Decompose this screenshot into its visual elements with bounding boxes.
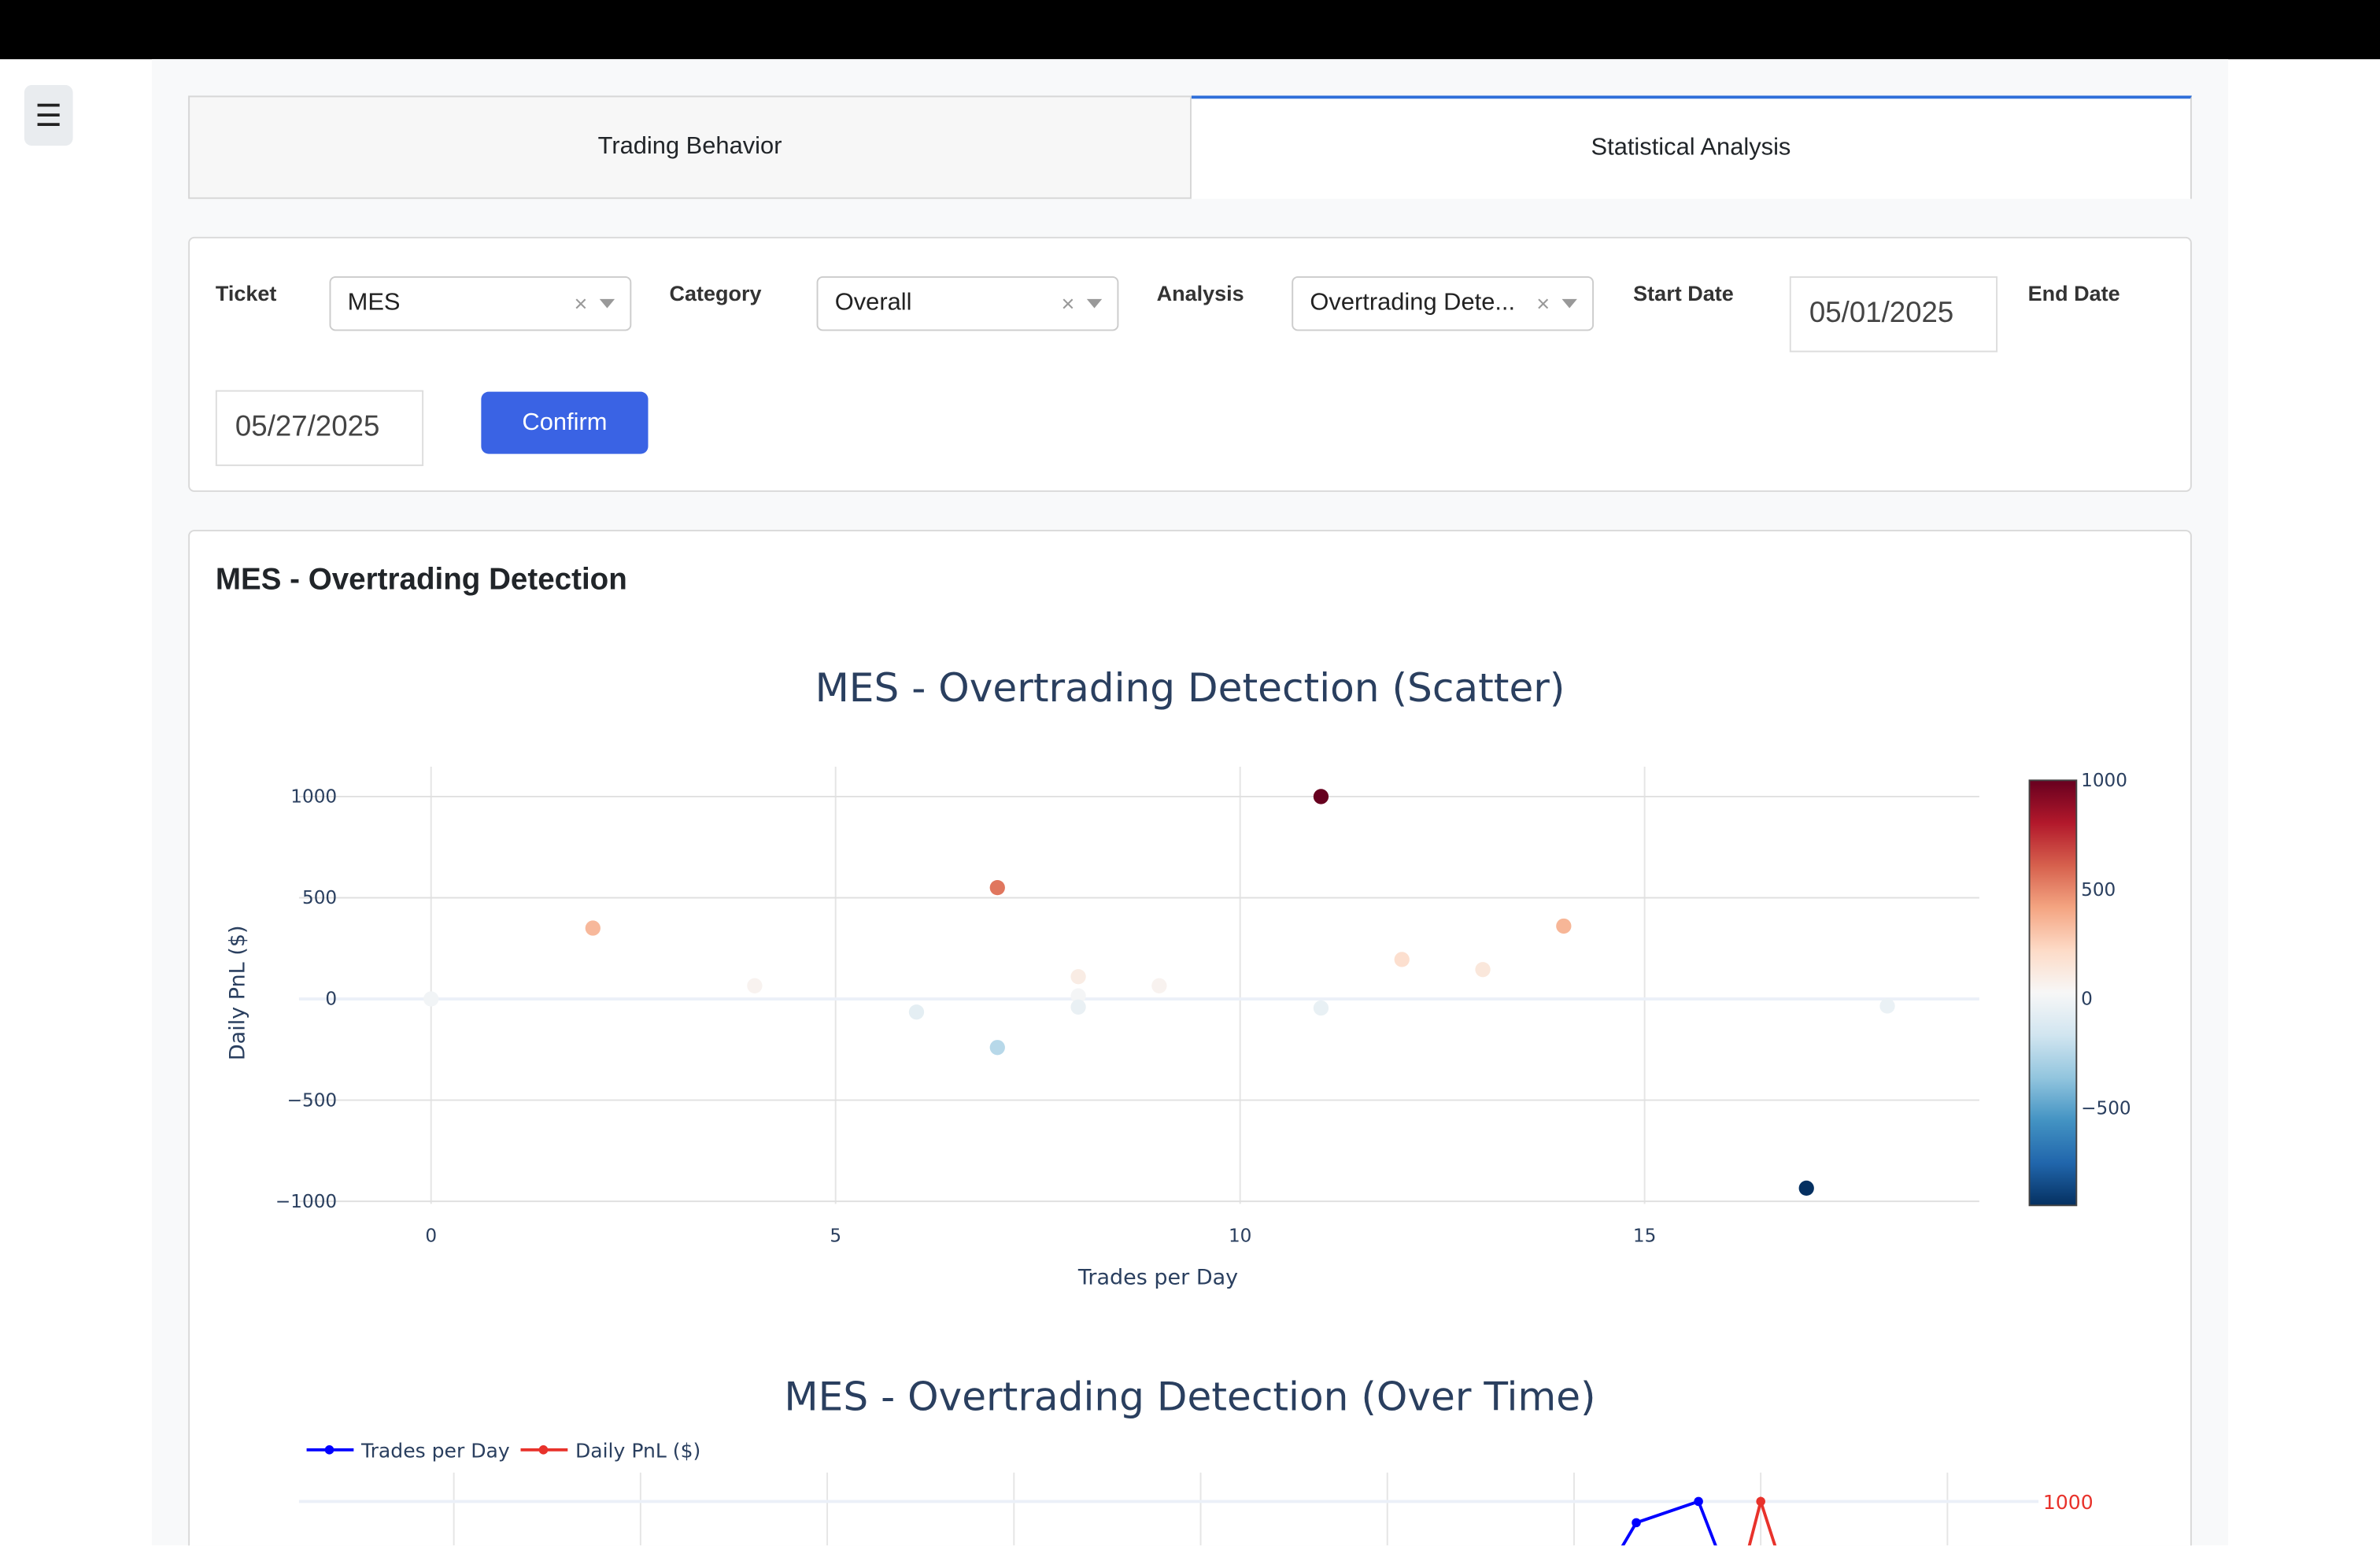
x-tick-label: 0 bbox=[425, 1226, 437, 1247]
y-tick-label: −1000 bbox=[275, 1192, 337, 1212]
pnl-point[interactable] bbox=[1756, 1496, 1765, 1507]
scatter-point[interactable] bbox=[908, 1004, 925, 1020]
scatter-point[interactable] bbox=[989, 879, 1005, 896]
colorbar-tick-label: 0 bbox=[2081, 989, 2093, 1010]
y-tick-label: −500 bbox=[287, 1090, 338, 1111]
scatter-point[interactable] bbox=[1879, 998, 1895, 1014]
scatter-y-label: Daily PnL ($) bbox=[226, 925, 250, 1060]
scatter-point[interactable] bbox=[585, 920, 601, 936]
scatter-x-label: Trades per Day bbox=[1077, 1266, 1238, 1290]
x-tick-label: 5 bbox=[830, 1226, 841, 1247]
scatter-point[interactable] bbox=[1798, 1180, 1814, 1196]
legend-pnl-marker bbox=[538, 1445, 549, 1455]
trades-point[interactable] bbox=[1632, 1518, 1641, 1528]
colorbar bbox=[2028, 779, 2078, 1207]
colorbar-tick-label: 1000 bbox=[2081, 771, 2127, 791]
scatter-point[interactable] bbox=[1556, 918, 1572, 934]
charts-svg: MES - Overtrading Detection (Scatter) 0 5… bbox=[226, 664, 2131, 1546]
scatter-point[interactable] bbox=[1070, 999, 1086, 1015]
y-tick-label: 0 bbox=[325, 989, 337, 1010]
x-tick-label: 10 bbox=[1229, 1226, 1251, 1247]
daily-pnl-line bbox=[1747, 1496, 1777, 1546]
colorbar-tick-label: 500 bbox=[2081, 880, 2116, 901]
y2-tick-1000: 1000 bbox=[2043, 1491, 2094, 1514]
y-tick-label: 500 bbox=[302, 888, 337, 908]
scatter-point[interactable] bbox=[989, 1040, 1005, 1056]
scatter-point[interactable] bbox=[747, 978, 763, 993]
scatter-point[interactable] bbox=[1313, 789, 1329, 804]
timeline-title: MES - Overtrading Detection (Over Time) bbox=[784, 1374, 1595, 1420]
x-tick-label: 15 bbox=[1633, 1226, 1656, 1247]
trades-point[interactable] bbox=[1694, 1496, 1703, 1507]
scatter-title: MES - Overtrading Detection (Scatter) bbox=[815, 664, 1565, 711]
scatter-point[interactable] bbox=[1070, 969, 1086, 985]
legend-pnl-label[interactable]: Daily PnL ($) bbox=[575, 1439, 700, 1462]
scatter-point[interactable] bbox=[1313, 1000, 1329, 1016]
scatter-point[interactable] bbox=[1394, 952, 1410, 967]
colorbar-tick-label: −500 bbox=[2081, 1099, 2131, 1119]
scatter-point[interactable] bbox=[1475, 962, 1491, 978]
legend-trades-marker bbox=[324, 1445, 334, 1455]
legend: Trades per Day Daily PnL ($) bbox=[306, 1439, 700, 1462]
y-tick-label: 1000 bbox=[290, 787, 337, 808]
scatter-point[interactable] bbox=[423, 991, 439, 1007]
scatter-point[interactable] bbox=[1151, 978, 1167, 993]
legend-trades-label[interactable]: Trades per Day bbox=[360, 1439, 510, 1462]
